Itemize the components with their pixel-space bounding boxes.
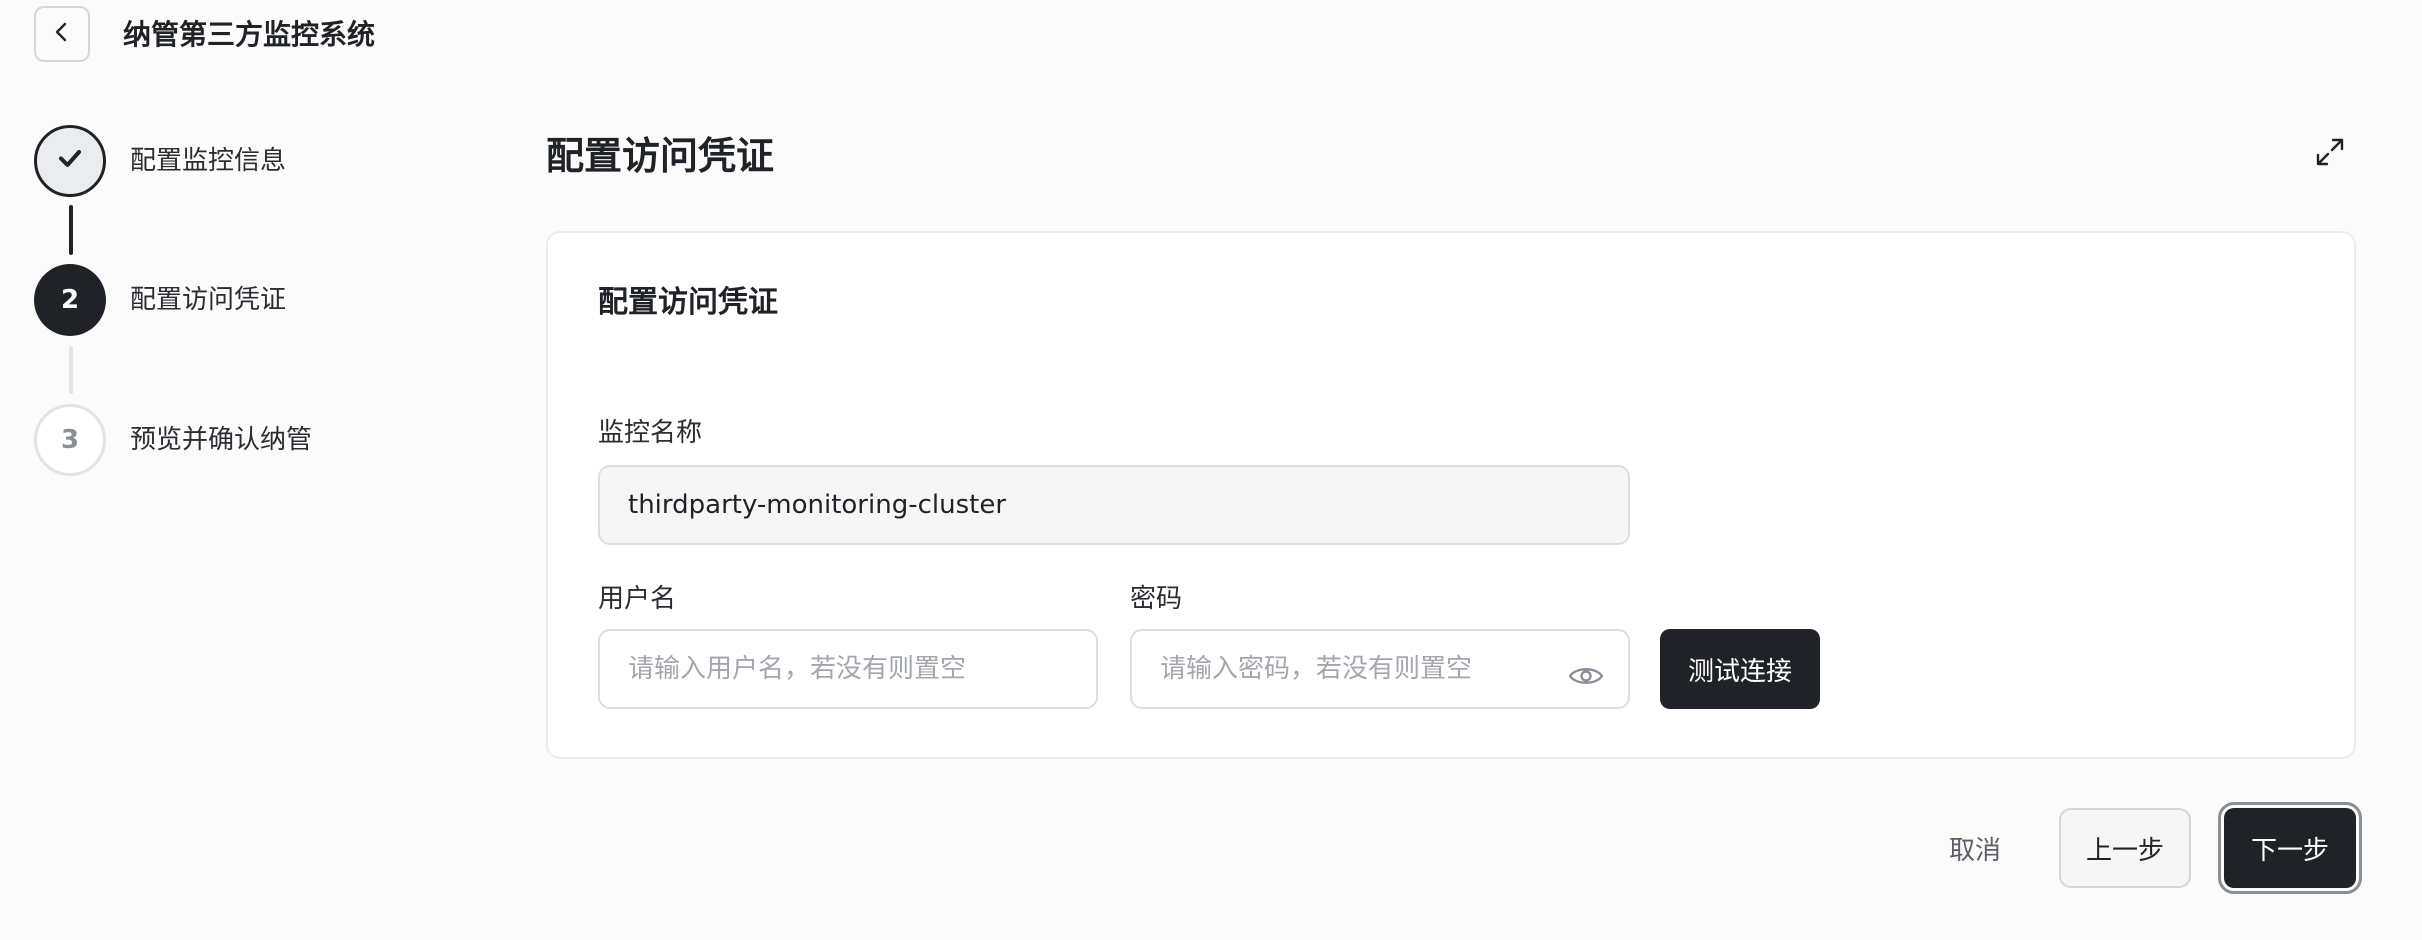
next-step-button[interactable]: 下一步 xyxy=(2224,808,2356,888)
step-2-label: 配置访问凭证 xyxy=(130,285,287,315)
back-button[interactable] xyxy=(34,6,90,62)
eye-icon[interactable] xyxy=(1566,658,1606,694)
password-input[interactable] xyxy=(1130,629,1630,709)
page-title: 配置访问凭证 xyxy=(546,134,775,178)
test-connection-button[interactable]: 测试连接 xyxy=(1660,629,1820,709)
step-1: 配置监控信息 xyxy=(34,125,434,197)
cancel-button[interactable]: 取消 xyxy=(1920,808,2030,888)
username-label: 用户名 xyxy=(598,584,677,614)
step-connector-2 xyxy=(69,346,73,394)
password-label: 密码 xyxy=(1130,584,1183,614)
chevron-left-icon xyxy=(51,21,73,47)
credentials-card: 配置访问凭证 监控名称 用户名 密码 测试连接 xyxy=(546,231,2356,759)
step-3-label: 预览并确认纳管 xyxy=(130,425,313,455)
app-title: 纳管第三方监控系统 xyxy=(123,18,376,51)
username-input[interactable] xyxy=(598,629,1098,709)
step-2: 2 配置访问凭证 xyxy=(34,264,434,336)
card-title: 配置访问凭证 xyxy=(598,285,778,320)
expand-button[interactable] xyxy=(2310,134,2350,174)
step-3: 3 预览并确认纳管 xyxy=(34,404,434,476)
step-1-label: 配置监控信息 xyxy=(130,146,287,176)
next-step-focus-ring: 下一步 xyxy=(2218,802,2362,894)
step-3-circle: 3 xyxy=(34,404,106,476)
monitor-name-input[interactable] xyxy=(598,465,1630,545)
check-icon xyxy=(55,143,85,180)
step-2-circle: 2 xyxy=(34,264,106,336)
expand-icon xyxy=(2315,137,2345,171)
step-connector-1 xyxy=(69,205,73,255)
step-1-circle xyxy=(34,125,106,197)
monitor-name-label: 监控名称 xyxy=(598,418,703,448)
previous-step-button[interactable]: 上一步 xyxy=(2059,808,2191,888)
